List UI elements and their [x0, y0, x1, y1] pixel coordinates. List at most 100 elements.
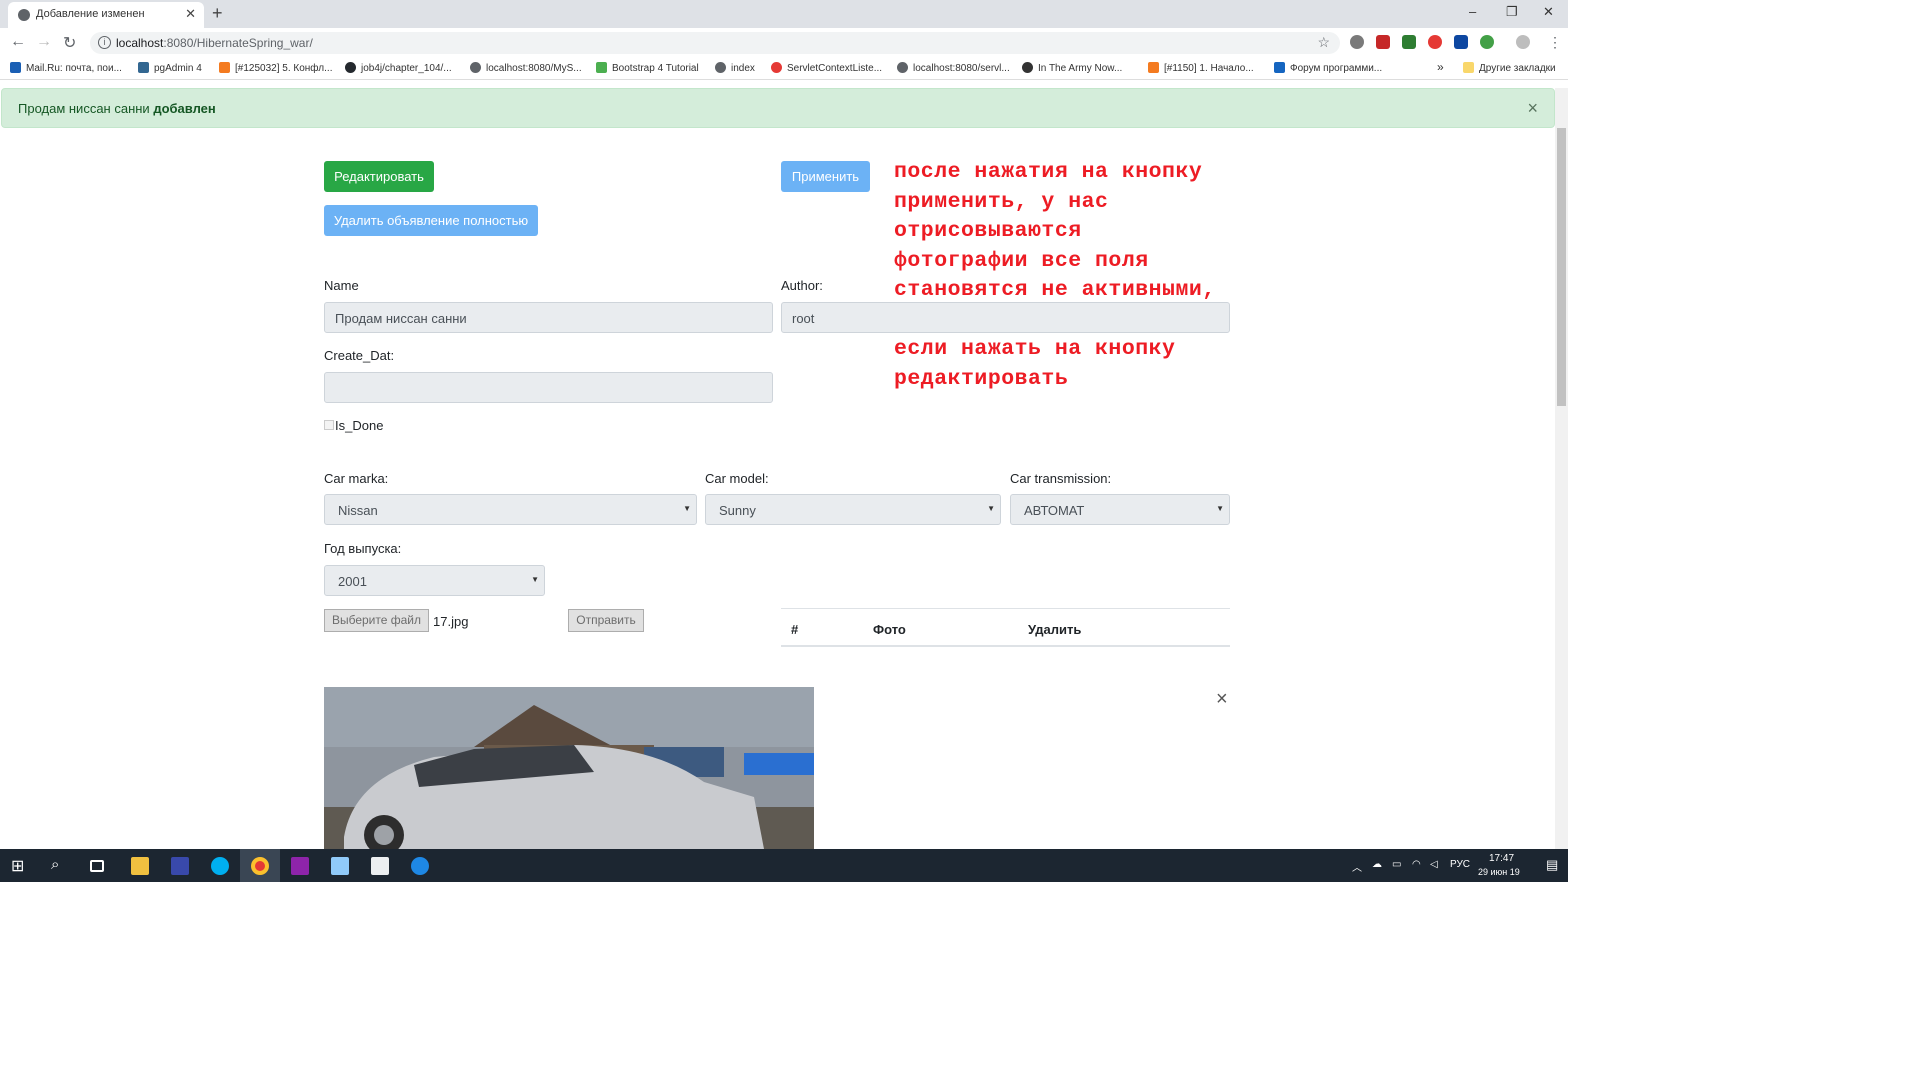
selected-file-name: 17.jpg: [433, 614, 469, 629]
car-model-select[interactable]: Sunny ▼: [705, 494, 1001, 525]
teamviewer-icon[interactable]: [411, 857, 429, 875]
scrollbar-thumb[interactable]: [1557, 128, 1566, 406]
is-done-checkbox[interactable]: [324, 420, 334, 430]
photo-table-header: # Фото Удалить: [781, 608, 1230, 647]
car-transmission-label: Car transmission:: [1010, 471, 1112, 486]
skype-icon[interactable]: [211, 857, 229, 875]
send-button[interactable]: Отправить: [568, 609, 644, 632]
author-input[interactable]: root: [781, 302, 1230, 333]
bookmark-item[interactable]: job4j/chapter_104/...: [345, 62, 452, 74]
menu-icon[interactable]: ⋮: [1548, 34, 1562, 51]
bookmark-item[interactable]: [#1150] 1. Начало...: [1148, 62, 1254, 74]
back-icon[interactable]: ←: [10, 33, 26, 51]
file-explorer-icon[interactable]: [131, 857, 149, 875]
maximize-button[interactable]: ❐: [1506, 4, 1518, 20]
cloud-icon[interactable]: ☁: [1372, 859, 1382, 870]
author-value: root: [792, 311, 815, 326]
car-transmission-select[interactable]: АВТОМАТ ▼: [1010, 494, 1230, 525]
is-done-label: Is_Done: [335, 418, 384, 433]
success-alert: Продам ниссан санни добавлен ×: [1, 88, 1555, 128]
create-date-label: Create_Dat:: [324, 348, 395, 363]
bookmark-item[interactable]: In The Army Now...: [1022, 62, 1122, 74]
edit-button[interactable]: Редактировать: [324, 161, 434, 192]
battery-icon[interactable]: ▭: [1392, 859, 1401, 870]
year-label: Год выпуска:: [324, 541, 402, 556]
clock-date[interactable]: 29 июн 19: [1478, 867, 1520, 877]
car-transmission-value: АВТОМАТ: [1024, 503, 1085, 518]
info-icon[interactable]: i: [98, 36, 111, 49]
chevron-down-icon: ▼: [531, 575, 539, 584]
name-input[interactable]: Продам ниссан санни: [324, 302, 773, 333]
bookmark-favicon-icon: [219, 62, 230, 73]
extension-icon[interactable]: [1480, 35, 1494, 49]
extension-icon[interactable]: [1454, 35, 1468, 49]
bookmarks-bar: Mail.Ru: почта, пои... pgAdmin 4 [#12503…: [0, 58, 1568, 80]
close-tab-icon[interactable]: ✕: [185, 6, 196, 22]
profile-avatar[interactable]: [1516, 35, 1530, 49]
bookmark-item[interactable]: localhost:8080/servl...: [897, 62, 1010, 74]
task-view-icon[interactable]: [90, 860, 104, 872]
other-bookmarks-folder[interactable]: Другие закладки: [1463, 62, 1556, 74]
bookmark-item[interactable]: Форум программи...: [1274, 62, 1382, 74]
bookmark-favicon-icon: [10, 62, 21, 73]
tab-title: Добавление изменен: [36, 8, 145, 20]
start-icon[interactable]: ⊞: [11, 856, 29, 875]
bookmark-item[interactable]: index: [715, 62, 755, 74]
bookmark-item[interactable]: [#125032] 5. Конфл...: [219, 62, 332, 74]
bookmark-item[interactable]: pgAdmin 4: [138, 62, 202, 74]
close-window-button[interactable]: ✕: [1543, 4, 1554, 20]
windows-taskbar: [0, 849, 1568, 882]
chevron-down-icon: ▼: [683, 504, 691, 513]
clock-time[interactable]: 17:47: [1489, 853, 1514, 864]
car-model-label: Car model:: [705, 471, 769, 486]
choose-file-button[interactable]: Выберите файл: [324, 609, 429, 632]
tray-chevron-icon[interactable]: ︿: [1352, 859, 1362, 874]
input-language[interactable]: РУС: [1450, 859, 1470, 870]
year-select[interactable]: 2001 ▼: [324, 565, 545, 596]
bookmark-favicon-icon: [1148, 62, 1159, 73]
bookmark-favicon-icon: [897, 62, 908, 73]
car-model-value: Sunny: [719, 503, 756, 518]
music-extension-icon[interactable]: [1428, 35, 1442, 49]
photos-icon[interactable]: [371, 857, 389, 875]
bookmark-favicon-icon: [1274, 62, 1285, 73]
address-bar[interactable]: i localhost:8080/HibernateSpring_war/ ☆: [90, 32, 1340, 54]
bookmark-star-icon[interactable]: ☆: [1317, 34, 1330, 51]
bookmark-item[interactable]: Mail.Ru: почта, пои...: [10, 62, 122, 74]
chevron-down-icon: ▼: [987, 504, 995, 513]
extension-icon[interactable]: [1402, 35, 1416, 49]
delete-listing-button[interactable]: Удалить объявление полностью: [324, 205, 538, 236]
folder-icon: [1463, 62, 1474, 73]
browser-tab-strip: [0, 0, 1568, 28]
drive-extension-icon[interactable]: [1350, 35, 1364, 49]
wifi-icon[interactable]: ◠: [1412, 859, 1421, 870]
forward-icon[interactable]: →: [36, 33, 52, 51]
volume-icon[interactable]: ◁: [1430, 859, 1438, 870]
browser-tab[interactable]: Добавление изменен ✕: [8, 2, 204, 28]
save-app-icon[interactable]: [171, 857, 189, 875]
remove-photo-icon[interactable]: ×: [1216, 688, 1228, 711]
search-icon[interactable]: ⌕: [51, 856, 69, 874]
car-photo: [324, 687, 814, 849]
bookmarks-overflow-button[interactable]: »: [1437, 60, 1444, 74]
chrome-icon[interactable]: [251, 857, 269, 875]
reload-icon[interactable]: ↻: [63, 33, 76, 53]
bookmark-item[interactable]: Bootstrap 4 Tutorial: [596, 62, 699, 74]
minimize-button[interactable]: –: [1469, 4, 1476, 19]
pdf-extension-icon[interactable]: [1376, 35, 1390, 49]
intellij-icon[interactable]: [291, 857, 309, 875]
create-date-input[interactable]: [324, 372, 773, 403]
notifications-icon[interactable]: ▤: [1546, 857, 1558, 873]
url-text: localhost:8080/HibernateSpring_war/: [116, 36, 313, 50]
apply-button[interactable]: Применить: [781, 161, 870, 192]
bookmark-item[interactable]: localhost:8080/MyS...: [470, 62, 582, 74]
car-marka-label: Car marka:: [324, 471, 389, 486]
author-label: Author:: [781, 278, 823, 293]
column-header-photo: Фото: [873, 622, 906, 637]
new-tab-button[interactable]: +: [212, 3, 223, 24]
notepad-icon[interactable]: [331, 857, 349, 875]
close-alert-icon[interactable]: ×: [1527, 98, 1538, 119]
bookmark-item[interactable]: ServletContextListe...: [771, 62, 882, 74]
car-marka-select[interactable]: Nissan ▼: [324, 494, 697, 525]
bookmark-favicon-icon: [715, 62, 726, 73]
